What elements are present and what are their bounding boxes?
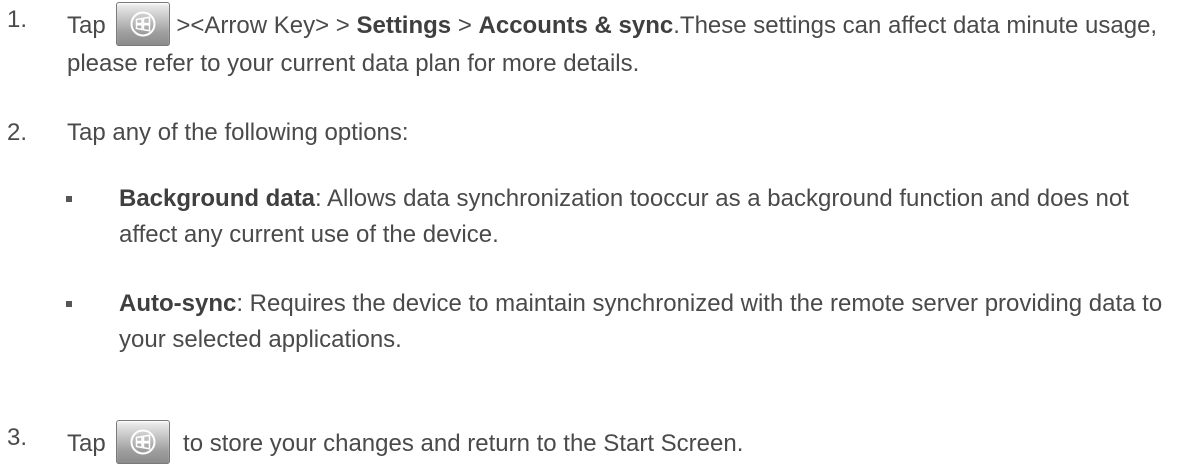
- step-number: 2.: [7, 119, 28, 146]
- step-number: 3.: [7, 424, 28, 451]
- arrow-key-path: ><Arrow Key> >: [176, 12, 357, 39]
- step-description: to store your changes and return to the …: [183, 430, 744, 457]
- step-text: Tap ><Arrow Key> > Settings > Accounts &…: [67, 2, 1181, 82]
- settings-label: Settings: [356, 12, 452, 39]
- step-number: 1.: [7, 6, 28, 33]
- accounts-sync-label: Accounts & sync: [478, 12, 674, 39]
- option-auto-sync: Auto-sync: Requires the device to mainta…: [66, 286, 1178, 362]
- option-background-data: Background data: Allows data synchroniza…: [66, 181, 1178, 257]
- option-title: Background data: [119, 185, 316, 212]
- bullet-marker: [66, 196, 72, 202]
- path-separator: >: [451, 12, 479, 39]
- step-1: 1. Tap ><Arrow Key> > Settings > Account…: [7, 2, 1177, 82]
- windows-start-key-icon: [116, 2, 171, 46]
- tap-word: Tap: [67, 430, 106, 457]
- step-text: Tap to store your changes and return to …: [67, 420, 1181, 464]
- option-text: Auto-sync: Requires the device to mainta…: [119, 286, 1179, 358]
- step-3: 3. Tap to store your changes and return …: [7, 420, 1177, 464]
- option-description: : Requires the device to maintain synchr…: [119, 290, 1163, 353]
- step-2: 2. Tap any of the following options:: [7, 115, 1177, 151]
- option-title: Auto-sync: [119, 290, 237, 317]
- option-text: Background data: Allows data synchroniza…: [119, 181, 1179, 253]
- tap-word: Tap: [67, 12, 106, 39]
- bullet-marker: [66, 301, 72, 307]
- step-text: Tap any of the following options:: [67, 119, 409, 146]
- windows-start-key-icon: [116, 420, 171, 464]
